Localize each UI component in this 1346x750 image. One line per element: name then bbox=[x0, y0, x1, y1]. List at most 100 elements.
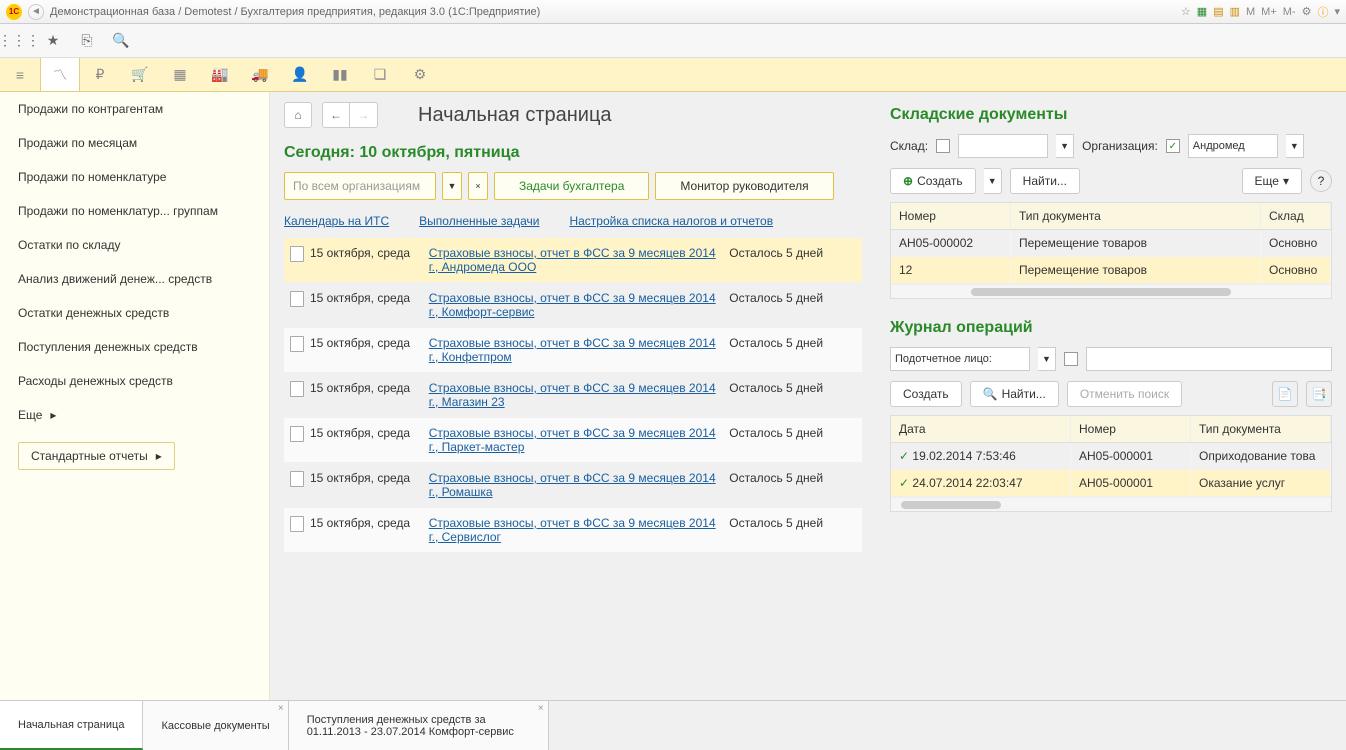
wh-create-button[interactable]: ⊕Создать bbox=[890, 168, 976, 194]
section-finance-icon[interactable]: ₽ bbox=[80, 58, 120, 91]
section-stats-icon[interactable]: ▮▮ bbox=[320, 58, 360, 91]
org-select-box[interactable]: Андромед bbox=[1188, 134, 1278, 158]
section-chart-icon[interactable]: 〽 bbox=[40, 58, 80, 91]
org-dropdown-icon[interactable]: ▼ bbox=[442, 172, 462, 200]
sidebar-item[interactable]: Продажи по контрагентам bbox=[0, 92, 269, 126]
wh-create-dropdown[interactable]: ▼ bbox=[984, 168, 1002, 194]
person-select[interactable]: Подотчетное лицо: bbox=[890, 347, 1030, 371]
warehouse-checkbox[interactable] bbox=[936, 139, 950, 153]
task-link[interactable]: Страховые взносы, отчет в ФСС за 9 месяц… bbox=[429, 381, 716, 409]
task-row[interactable]: 15 октября, средаСтраховые взносы, отчет… bbox=[284, 328, 862, 373]
warehouse-select[interactable] bbox=[958, 134, 1048, 158]
sidebar-item[interactable]: Анализ движений денеж... средств bbox=[0, 262, 269, 296]
org-select[interactable]: По всем организациям bbox=[284, 172, 436, 200]
accountant-tasks-button[interactable]: Задачи бухгалтера bbox=[494, 172, 649, 200]
toolbar-icon-2[interactable]: ▤ bbox=[1213, 5, 1223, 18]
section-gear-icon[interactable]: ⚙ bbox=[400, 58, 440, 91]
org-checkbox[interactable]: ✓ bbox=[1166, 139, 1180, 153]
grid-row[interactable]: ✓ 19.02.2014 7:53:46АН05-000001Оприходов… bbox=[891, 443, 1331, 470]
standard-reports-button[interactable]: Стандартные отчеты▸ bbox=[18, 442, 175, 470]
done-tasks-link[interactable]: Выполненные задачи bbox=[419, 214, 539, 228]
task-row[interactable]: 15 октября, средаСтраховые взносы, отчет… bbox=[284, 373, 862, 418]
star-icon[interactable]: ★ bbox=[44, 32, 62, 50]
calendar-link[interactable]: Календарь на ИТС bbox=[284, 214, 389, 228]
dropdown-icon[interactable]: ▾ bbox=[1334, 5, 1340, 18]
task-row[interactable]: 15 октября, средаСтраховые взносы, отчет… bbox=[284, 238, 862, 283]
home-button[interactable]: ⌂ bbox=[284, 102, 312, 128]
jr-icon-1[interactable]: 📄 bbox=[1272, 381, 1298, 407]
calculator-icon[interactable]: ▥ bbox=[1230, 5, 1240, 18]
jr-cancel-search-button[interactable]: Отменить поиск bbox=[1067, 381, 1182, 407]
task-link[interactable]: Страховые взносы, отчет в ФСС за 9 месяц… bbox=[429, 516, 716, 544]
search-icon[interactable]: 🔍 bbox=[112, 32, 130, 50]
task-row[interactable]: 15 октября, средаСтраховые взносы, отчет… bbox=[284, 463, 862, 508]
sidebar-item[interactable]: Поступления денежных средств bbox=[0, 330, 269, 364]
section-truck-icon[interactable]: 🚚 bbox=[240, 58, 280, 91]
menu-icon[interactable]: ≡ bbox=[0, 58, 40, 91]
info-icon[interactable]: ⓘ bbox=[1317, 4, 1328, 20]
grid-row[interactable]: АН05-000002Перемещение товаровОсновно bbox=[891, 230, 1331, 257]
sidebar-item[interactable]: Продажи по номенклатур... группам bbox=[0, 194, 269, 228]
warehouse-dropdown-arrow[interactable]: ▼ bbox=[1056, 134, 1074, 158]
task-link[interactable]: Страховые взносы, отчет в ФСС за 9 месяц… bbox=[429, 471, 716, 499]
forward-button[interactable]: → bbox=[350, 102, 378, 128]
col-date[interactable]: Дата bbox=[891, 416, 1071, 442]
memory-mminus[interactable]: M- bbox=[1283, 6, 1296, 18]
person-value-select[interactable] bbox=[1086, 347, 1332, 371]
task-row[interactable]: 15 октября, средаСтраховые взносы, отчет… bbox=[284, 283, 862, 328]
warehouse-label: Склад: bbox=[890, 139, 928, 153]
task-row[interactable]: 15 октября, средаСтраховые взносы, отчет… bbox=[284, 508, 862, 553]
tax-settings-link[interactable]: Настройка списка налогов и отчетов bbox=[569, 214, 773, 228]
manager-monitor-button[interactable]: Монитор руководителя bbox=[655, 172, 833, 200]
col-num[interactable]: Номер bbox=[1071, 416, 1191, 442]
jr-hscroll[interactable] bbox=[891, 497, 1331, 511]
task-link[interactable]: Страховые взносы, отчет в ФСС за 9 месяц… bbox=[429, 426, 716, 454]
favorite-icon[interactable]: ☆ bbox=[1181, 5, 1191, 18]
jr-icon-2[interactable]: 📑 bbox=[1306, 381, 1332, 407]
wh-find-button[interactable]: Найти... bbox=[1010, 168, 1080, 194]
col-doctype[interactable]: Тип документа bbox=[1011, 203, 1261, 229]
close-icon[interactable]: × bbox=[278, 703, 284, 714]
task-link[interactable]: Страховые взносы, отчет в ФСС за 9 месяц… bbox=[429, 291, 716, 319]
col-number[interactable]: Номер bbox=[891, 203, 1011, 229]
section-factory-icon[interactable]: 🏭 bbox=[200, 58, 240, 91]
org-dropdown-arrow[interactable]: ▼ bbox=[1286, 134, 1304, 158]
close-icon[interactable]: × bbox=[538, 703, 544, 714]
task-row[interactable]: 15 октября, средаСтраховые взносы, отчет… bbox=[284, 418, 862, 463]
col-warehouse[interactable]: Склад bbox=[1261, 203, 1331, 229]
bottom-tab[interactable]: Начальная страница bbox=[0, 701, 143, 750]
wh-more-button[interactable]: Еще ▾ bbox=[1242, 168, 1302, 194]
bottom-tab[interactable]: ×Кассовые документы bbox=[143, 701, 288, 750]
sidebar-item[interactable]: Продажи по месяцам bbox=[0, 126, 269, 160]
col-type[interactable]: Тип документа bbox=[1191, 416, 1331, 442]
memory-mplus[interactable]: M+ bbox=[1261, 6, 1277, 18]
sidebar-item[interactable]: Расходы денежных средств bbox=[0, 364, 269, 398]
back-button[interactable]: ← bbox=[322, 102, 350, 128]
section-person-icon[interactable]: 👤 bbox=[280, 58, 320, 91]
sidebar-item[interactable]: Продажи по номенклатуре bbox=[0, 160, 269, 194]
apps-grid-icon[interactable]: ⋮⋮⋮ bbox=[10, 32, 28, 50]
task-link[interactable]: Страховые взносы, отчет в ФСС за 9 месяц… bbox=[429, 336, 716, 364]
jr-find-button[interactable]: 🔍Найти... bbox=[970, 381, 1059, 407]
section-docs-icon[interactable]: ❏ bbox=[360, 58, 400, 91]
task-link[interactable]: Страховые взносы, отчет в ФСС за 9 месяц… bbox=[429, 246, 716, 274]
jr-create-button[interactable]: Создать bbox=[890, 381, 962, 407]
wh-help-icon[interactable]: ? bbox=[1310, 170, 1332, 192]
sidebar-item[interactable]: Остатки денежных средств bbox=[0, 296, 269, 330]
org-clear-button[interactable]: × bbox=[468, 172, 488, 200]
clipboard-icon[interactable]: ⎘ bbox=[78, 32, 96, 50]
bottom-tab[interactable]: ×Поступления денежных средств за 01.11.2… bbox=[289, 701, 549, 750]
grid-row[interactable]: ✓ 24.07.2014 22:03:47АН05-000001Оказание… bbox=[891, 470, 1331, 497]
section-cart-icon[interactable]: 🛒 bbox=[120, 58, 160, 91]
person-checkbox[interactable] bbox=[1064, 352, 1078, 366]
memory-m[interactable]: M bbox=[1246, 6, 1255, 18]
settings-icon[interactable]: ⚙ bbox=[1302, 5, 1312, 18]
person-dropdown-arrow[interactable]: ▼ bbox=[1038, 347, 1056, 371]
toolbar-icon-1[interactable]: ▦ bbox=[1197, 5, 1207, 18]
sidebar-item[interactable]: Остатки по складу bbox=[0, 228, 269, 262]
sidebar-more[interactable]: Еще▸ bbox=[0, 398, 269, 432]
grid-row[interactable]: 12Перемещение товаровОсновно bbox=[891, 257, 1331, 284]
wh-hscroll[interactable] bbox=[891, 284, 1331, 298]
section-boxes-icon[interactable]: ▦ bbox=[160, 58, 200, 91]
nav-back-icon[interactable]: ◄ bbox=[28, 4, 44, 20]
